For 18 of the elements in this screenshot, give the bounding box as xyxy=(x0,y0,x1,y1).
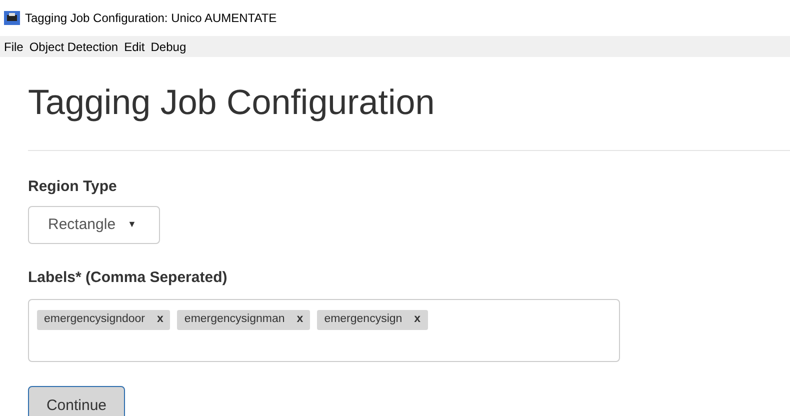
menu-item[interactable]: Edit xyxy=(121,38,148,56)
menu-item[interactable]: Object Detection xyxy=(26,38,122,56)
continue-button[interactable]: Continue xyxy=(28,386,125,416)
label-tag: emergencysigndoor x xyxy=(37,310,170,330)
menu-item[interactable]: File xyxy=(1,38,26,56)
field-label: Labels* (Comma Seperated) xyxy=(28,268,228,288)
label-tag: emergencysign x xyxy=(317,310,428,330)
label-tag: emergencysignman x xyxy=(177,310,310,330)
remove-tag-button[interactable]: x xyxy=(157,311,164,329)
remove-tag-button[interactable]: x xyxy=(414,311,421,329)
page-heading: Tagging Job Configuration xyxy=(28,82,436,124)
field-label: Region Type xyxy=(28,177,118,197)
window-title: Tagging Job Configuration: Unico AUMENTATE xyxy=(25,10,277,27)
menu-item[interactable]: Debug xyxy=(148,38,190,56)
remove-tag-button[interactable]: x xyxy=(296,311,304,329)
region-type-select[interactable]: Rectangle ▼ xyxy=(28,206,160,244)
labels-field[interactable]: emergencysigndoor x emergencysignman x emergencysign x xyxy=(28,299,620,362)
app-icon xyxy=(4,11,20,25)
